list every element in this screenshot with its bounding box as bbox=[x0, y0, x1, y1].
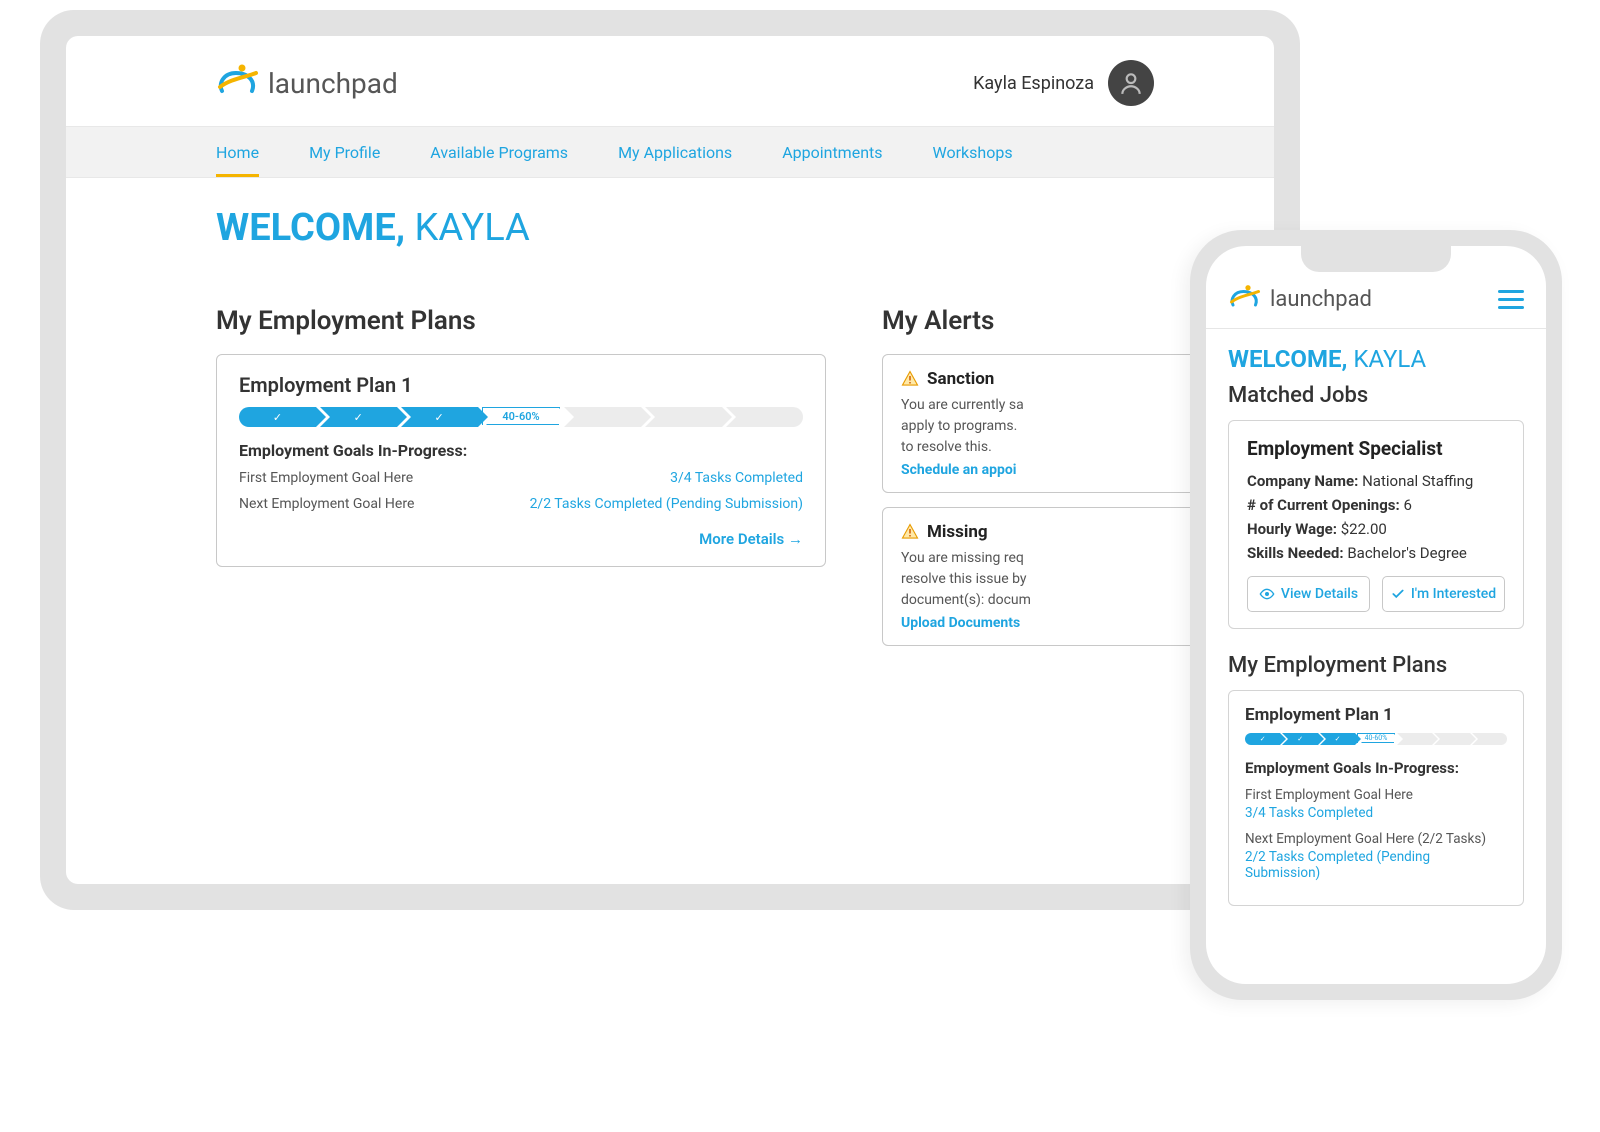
goal-status[interactable]: 2/2 Tasks Completed (Pending Submission) bbox=[530, 496, 803, 512]
alerts-section-title: My Alerts bbox=[882, 306, 1242, 336]
brand-name-mobile: launchpad bbox=[1270, 287, 1372, 312]
progress-step: ✓ bbox=[1245, 733, 1280, 745]
progress-step-1: ✓ bbox=[239, 407, 316, 427]
progress-step-2: ✓ bbox=[320, 407, 397, 427]
welcome-word: WELCOME, bbox=[1228, 345, 1347, 373]
progress-step: ✓ bbox=[1320, 733, 1355, 745]
welcome-user: KAYLA bbox=[1353, 345, 1426, 373]
phone-device-frame: launchpad WELCOME, KAYLA Matched Jobs Em… bbox=[1190, 230, 1562, 1000]
progress-step-7 bbox=[726, 407, 803, 427]
launchpad-mark-icon bbox=[1228, 284, 1262, 314]
view-details-button[interactable]: View Details bbox=[1247, 576, 1370, 612]
welcome-word: WELCOME, bbox=[216, 206, 405, 250]
alert-card-sanction: Sanction You are currently sa apply to p… bbox=[882, 354, 1242, 493]
job-openings-line: # of Current Openings: 6 bbox=[1247, 496, 1505, 514]
primary-nav: Home My Profile Available Programs My Ap… bbox=[66, 126, 1274, 178]
progress-step bbox=[1434, 733, 1469, 745]
interested-button[interactable]: I'm Interested bbox=[1382, 576, 1505, 612]
alert-body-line: apply to programs. bbox=[901, 416, 1223, 437]
plan-title-mobile: Employment Plan 1 bbox=[1245, 705, 1507, 725]
goals-heading: Employment Goals In-Progress: bbox=[239, 441, 803, 460]
employment-plan-card-mobile: Employment Plan 1 ✓ ✓ ✓ 40-60% Employmen… bbox=[1228, 690, 1524, 906]
alert-body-line: to resolve this. bbox=[901, 437, 1223, 458]
goal-name: First Employment Goal Here bbox=[1245, 787, 1507, 803]
matched-jobs-title: Matched Jobs bbox=[1228, 383, 1524, 408]
nav-available-programs[interactable]: Available Programs bbox=[430, 127, 568, 177]
alert-body-line: resolve this issue by bbox=[901, 569, 1223, 590]
goals-heading-mobile: Employment Goals In-Progress: bbox=[1245, 759, 1507, 777]
alert-title: Sanction bbox=[927, 369, 994, 389]
job-wage-line: Hourly Wage: $22.00 bbox=[1247, 520, 1505, 538]
user-name-label: Kayla Espinoza bbox=[973, 73, 1094, 94]
desktop-device-frame: launchpad Kayla Espinoza Home My Profile… bbox=[40, 10, 1300, 910]
goal-row: Next Employment Goal Here 2/2 Tasks Comp… bbox=[239, 496, 803, 512]
progress-step-5 bbox=[564, 407, 641, 427]
progress-step: ✓ bbox=[1282, 733, 1317, 745]
alert-action-link[interactable]: Schedule an appoi bbox=[901, 462, 1223, 478]
progress-step bbox=[1472, 733, 1507, 745]
job-skills-line: Skills Needed: Bachelor's Degree bbox=[1247, 544, 1505, 562]
plan-progress-bar: ✓ ✓ ✓ 40-60% bbox=[239, 407, 803, 427]
matched-job-card: Employment Specialist Company Name: Nati… bbox=[1228, 420, 1524, 629]
welcome-heading-mobile: WELCOME, KAYLA bbox=[1228, 345, 1524, 373]
brand-logo-mobile[interactable]: launchpad bbox=[1228, 284, 1372, 314]
goal-name: First Employment Goal Here bbox=[239, 470, 413, 486]
job-company-line: Company Name: National Staffing bbox=[1247, 472, 1505, 490]
nav-my-profile[interactable]: My Profile bbox=[309, 127, 380, 177]
alert-title: Missing bbox=[927, 522, 988, 542]
desktop-header: launchpad Kayla Espinoza bbox=[66, 36, 1274, 126]
plan-progress-bar-mobile: ✓ ✓ ✓ 40-60% bbox=[1245, 733, 1507, 745]
alert-body-line: You are currently sa bbox=[901, 395, 1223, 416]
progress-step bbox=[1397, 733, 1432, 745]
nav-my-applications[interactable]: My Applications bbox=[618, 127, 732, 177]
alert-action-link[interactable]: Upload Documents bbox=[901, 615, 1223, 631]
welcome-heading: WELCOME, KAYLA bbox=[216, 206, 1274, 250]
welcome-user: KAYLA bbox=[415, 206, 530, 250]
desktop-content: My Employment Plans Employment Plan 1 ✓ … bbox=[66, 278, 1274, 660]
phone-notch bbox=[1301, 246, 1451, 272]
launchpad-mark-icon bbox=[216, 63, 260, 103]
more-details-link[interactable]: More Details → bbox=[239, 530, 803, 548]
alert-body-line: You are missing req bbox=[901, 548, 1223, 569]
plans-column: My Employment Plans Employment Plan 1 ✓ … bbox=[216, 306, 826, 660]
alerts-column: My Alerts Sanction You are currently sa … bbox=[882, 306, 1242, 660]
avatar-icon bbox=[1108, 60, 1154, 106]
progress-step-current: 40-60% bbox=[1357, 733, 1394, 743]
goal-name: Next Employment Goal Here bbox=[239, 496, 414, 512]
goal-status[interactable]: 3/4 Tasks Completed bbox=[670, 470, 803, 486]
goal-name: Next Employment Goal Here (2/2 Tasks) bbox=[1245, 831, 1507, 847]
progress-step-4: 40-60% bbox=[482, 407, 561, 425]
user-menu[interactable]: Kayla Espinoza bbox=[973, 60, 1154, 106]
check-icon bbox=[1391, 587, 1405, 601]
warning-icon bbox=[901, 523, 919, 541]
goal-status[interactable]: 2/2 Tasks Completed (Pending Submission) bbox=[1245, 849, 1507, 881]
employment-plan-card: Employment Plan 1 ✓ ✓ ✓ 40-60% Employmen… bbox=[216, 354, 826, 567]
alert-card-missing: Missing You are missing req resolve this… bbox=[882, 507, 1242, 646]
plans-section-title: My Employment Plans bbox=[216, 306, 826, 336]
nav-workshops[interactable]: Workshops bbox=[933, 127, 1013, 177]
eye-icon bbox=[1259, 586, 1275, 602]
goal-status[interactable]: 3/4 Tasks Completed bbox=[1245, 805, 1507, 821]
goal-row: First Employment Goal Here 3/4 Tasks Com… bbox=[239, 470, 803, 486]
alert-body-line: document(s): docum bbox=[901, 590, 1223, 611]
brand-name: launchpad bbox=[268, 67, 398, 100]
hamburger-menu-icon[interactable] bbox=[1498, 290, 1524, 309]
nav-appointments[interactable]: Appointments bbox=[782, 127, 882, 177]
phone-screen: launchpad WELCOME, KAYLA Matched Jobs Em… bbox=[1206, 246, 1546, 984]
nav-home[interactable]: Home bbox=[216, 127, 259, 177]
desktop-screen: launchpad Kayla Espinoza Home My Profile… bbox=[66, 36, 1274, 884]
mobile-content: WELCOME, KAYLA Matched Jobs Employment S… bbox=[1206, 329, 1546, 984]
job-title: Employment Specialist bbox=[1247, 437, 1505, 460]
brand-logo[interactable]: launchpad bbox=[216, 63, 398, 103]
warning-icon bbox=[901, 370, 919, 388]
plan-title: Employment Plan 1 bbox=[239, 373, 803, 397]
plans-title-mobile: My Employment Plans bbox=[1228, 653, 1524, 678]
progress-step-6 bbox=[645, 407, 722, 427]
progress-step-3: ✓ bbox=[401, 407, 478, 427]
